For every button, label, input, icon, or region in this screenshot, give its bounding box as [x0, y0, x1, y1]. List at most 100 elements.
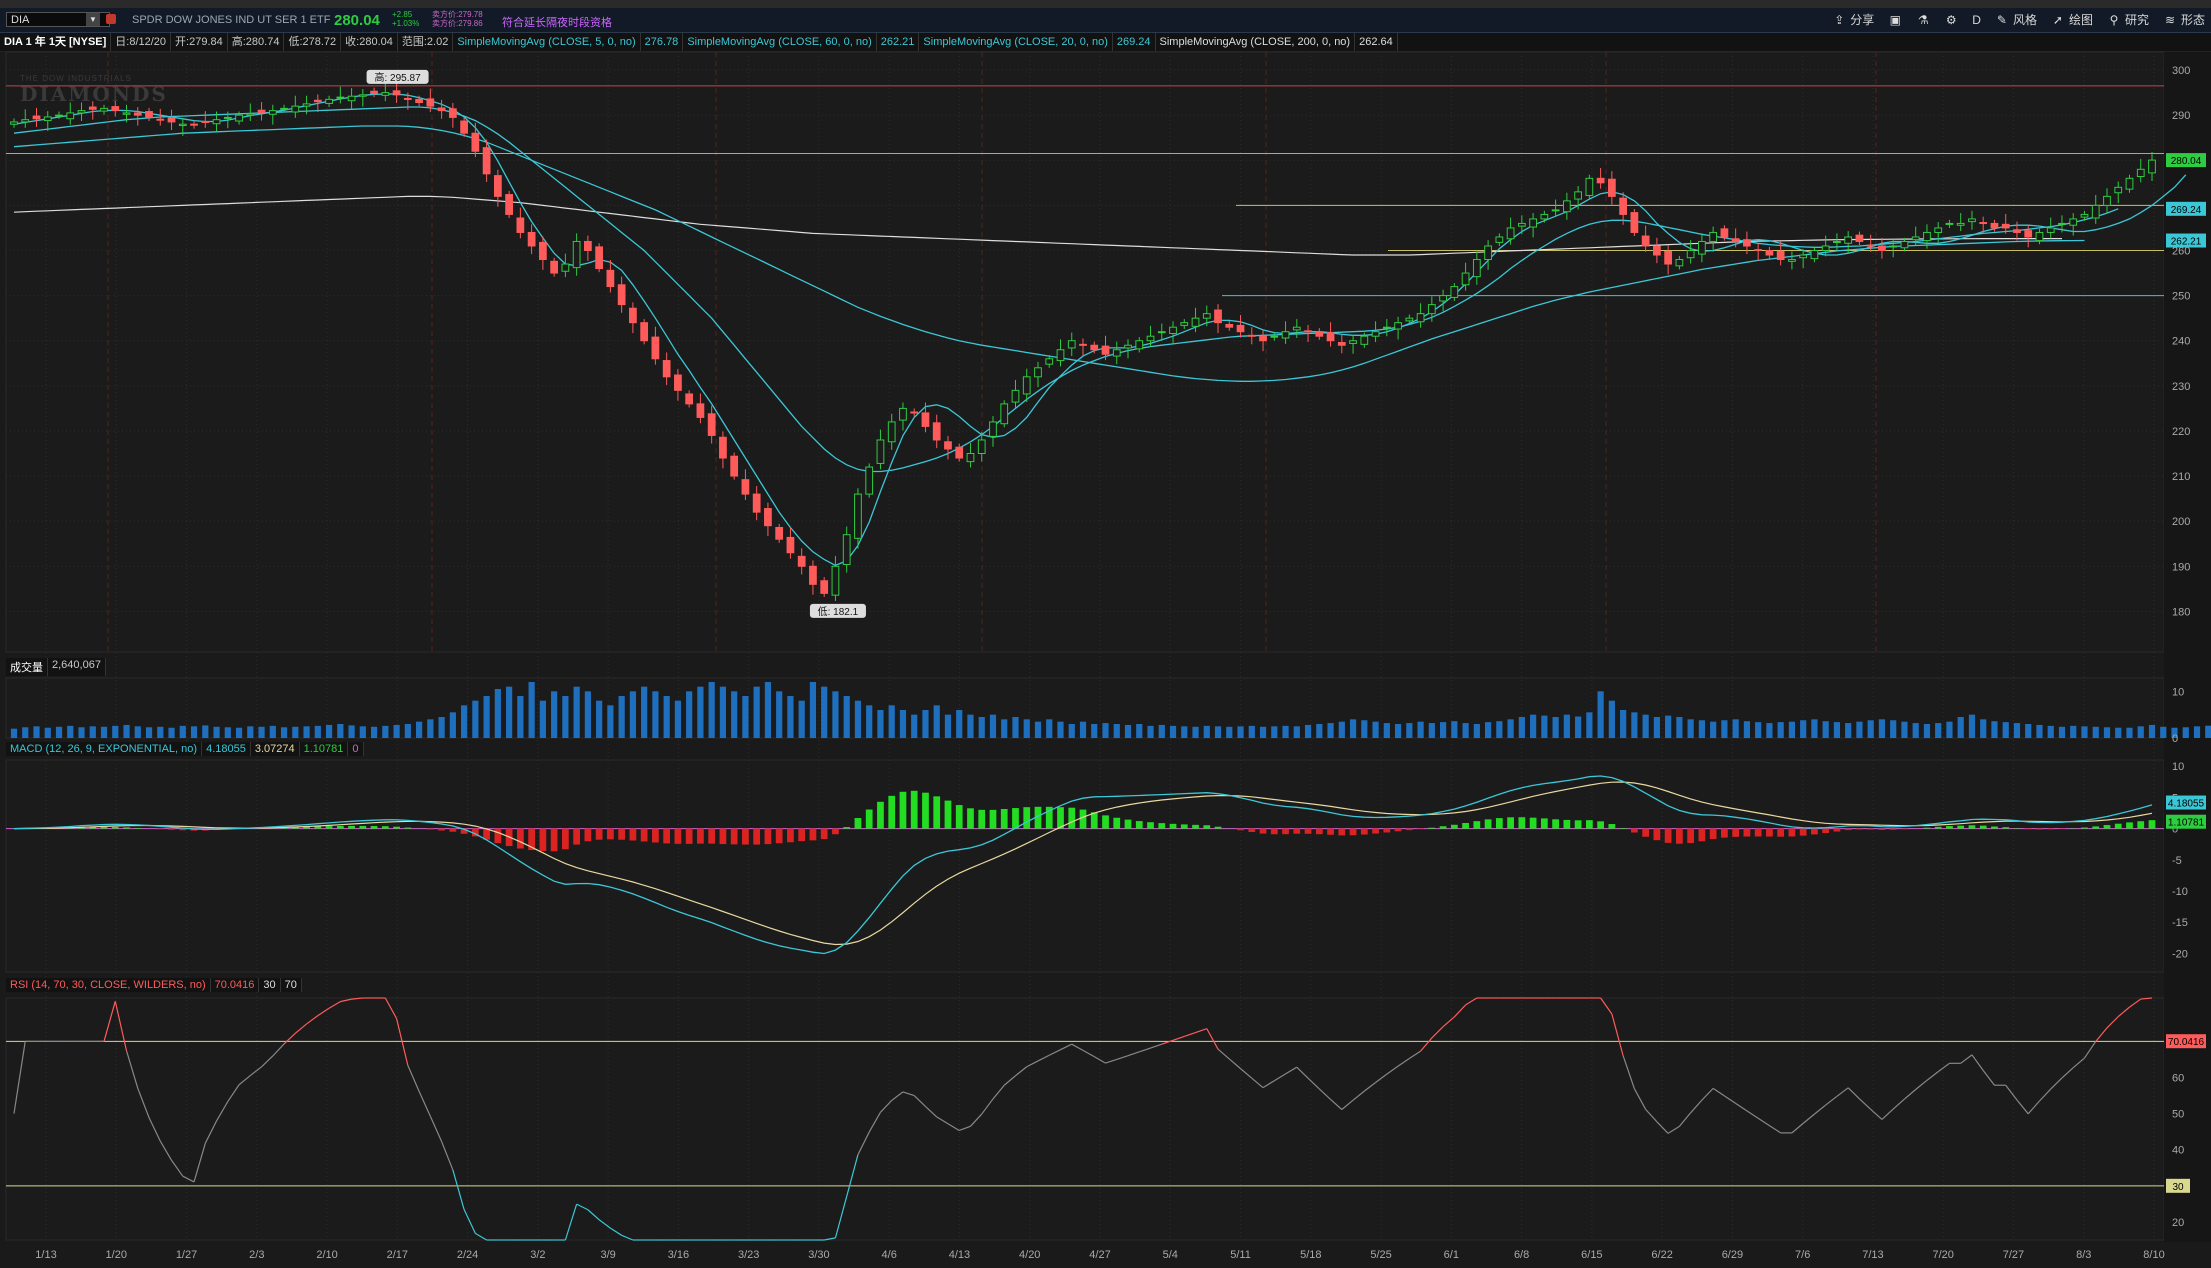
volume-bar — [854, 700, 862, 738]
panel-bg — [5, 997, 2165, 1241]
rsi-value: 70.0416 — [210, 978, 260, 992]
rsi-badge-label: 70.0416 — [2168, 1037, 2205, 1048]
macd-histogram-bar — [1518, 817, 1526, 829]
macd-label[interactable]: MACD (12, 26, 9, EXPONENTIAL, no) — [6, 742, 203, 756]
macd-histogram-bar — [1968, 825, 1976, 829]
volume-bar — [843, 696, 850, 738]
candle-body — [1360, 335, 1369, 345]
macd-histogram-bar — [708, 828, 716, 844]
macd-histogram-bar — [1259, 828, 1267, 834]
macd-histogram-bar — [1293, 828, 1301, 834]
macd-histogram-bar — [1979, 825, 1987, 829]
macd-histogram-bar — [922, 792, 929, 829]
candle-body — [730, 455, 739, 477]
date-tick-label: 4/6 — [882, 1249, 897, 1261]
macd-histogram-bar — [1057, 807, 1064, 829]
volume-bar — [1732, 719, 1739, 738]
volume-bar — [393, 724, 400, 738]
candle-body — [392, 90, 401, 96]
volume-bar — [1304, 724, 1312, 738]
candle-body — [1045, 358, 1054, 365]
macd-histogram-bar — [2126, 822, 2133, 829]
macd-histogram-bar — [663, 828, 671, 844]
candle-body — [235, 114, 243, 122]
volume-bar — [956, 710, 963, 738]
macd-histogram-bar — [640, 828, 648, 842]
volume-bar — [933, 705, 940, 738]
macd-label-bar: MACD (12, 26, 9, EXPONENTIAL, no) 4.1805… — [6, 742, 364, 756]
macd-histogram-bar — [2148, 820, 2156, 829]
candle-body — [1416, 313, 1425, 323]
candle-body — [1821, 245, 1830, 251]
candle-body — [426, 98, 435, 107]
volume-bar — [1259, 726, 1267, 738]
macd-histogram-bar — [1315, 828, 1323, 835]
candle-body — [989, 421, 997, 437]
volume-bar — [325, 724, 333, 738]
candle-body — [122, 112, 131, 115]
macd-histogram-bar — [1237, 828, 1244, 831]
candle-body — [145, 111, 153, 118]
date-tick-label: 2/17 — [387, 1249, 408, 1261]
candle-body — [1034, 367, 1042, 378]
candle-body — [370, 90, 378, 95]
volume-bar — [652, 691, 659, 738]
macd-histogram-bar — [978, 809, 986, 829]
volume-bar — [213, 726, 220, 738]
candle-body — [10, 121, 18, 125]
macd-histogram-bar — [370, 826, 378, 829]
candle-body — [1506, 227, 1515, 240]
candle-body — [1529, 218, 1537, 228]
volume-bar — [1068, 724, 1075, 738]
macd-histogram-bar — [1068, 807, 1076, 829]
volume-label[interactable]: 成交量 — [6, 658, 48, 676]
candle-body — [1461, 272, 1470, 286]
volume-bar — [1079, 721, 1087, 738]
candle-body — [1641, 235, 1650, 247]
macd-histogram-bar — [1585, 820, 1593, 829]
volume-bar — [1597, 691, 1604, 738]
volume-bar — [674, 700, 681, 738]
volume-bar — [517, 696, 524, 738]
candle-body — [1562, 200, 1571, 213]
macd-histogram-bar — [1158, 823, 1166, 829]
candle-body — [32, 115, 41, 120]
candle-body — [482, 147, 491, 175]
rsi-label[interactable]: RSI (14, 70, 30, CLOSE, WILDERS, no) — [6, 978, 211, 992]
candle-body — [381, 92, 390, 96]
price-tick-label: 250 — [2172, 291, 2190, 303]
candle-body — [899, 407, 907, 421]
date-tick-label: 3/23 — [738, 1249, 759, 1261]
volume-bar — [1755, 722, 1762, 738]
volume-bar — [44, 727, 51, 738]
candle-body — [246, 113, 255, 116]
candle-body — [1630, 212, 1639, 233]
candle-body — [280, 107, 288, 110]
macd-histogram-bar — [516, 828, 524, 849]
volume-bar — [1676, 717, 1683, 738]
volume-bar — [2092, 726, 2099, 738]
volume-bar — [483, 696, 490, 738]
macd-histogram-bar — [1203, 825, 1211, 829]
volume-bar — [145, 727, 153, 738]
volume-bar — [787, 696, 794, 738]
macd-histogram-bar — [2103, 825, 2111, 829]
rsi-tick-label: 60 — [2172, 1072, 2184, 1084]
macd-histogram-bar — [1023, 807, 1031, 829]
volume-value: 2,640,067 — [48, 658, 106, 676]
candle-body — [471, 132, 480, 152]
macd-histogram-bar — [1124, 819, 1132, 829]
macd-histogram-bar — [1450, 824, 1458, 829]
chart-canvas[interactable]: 1801902002102202302402502602702802903001… — [0, 0, 2211, 1268]
candle-body — [43, 116, 52, 122]
candle-body — [336, 96, 345, 99]
macd-histogram-bar — [2002, 827, 2010, 829]
macd-histogram-bar — [2081, 827, 2088, 829]
macd-histogram-bar — [1282, 828, 1289, 835]
candle-body — [764, 508, 772, 527]
candle-body — [1799, 254, 1808, 259]
volume-bar — [1856, 721, 1863, 738]
macd-histogram-bar — [1439, 826, 1447, 829]
volume-bar — [292, 726, 299, 738]
macd-tick-label: -10 — [2172, 886, 2188, 898]
